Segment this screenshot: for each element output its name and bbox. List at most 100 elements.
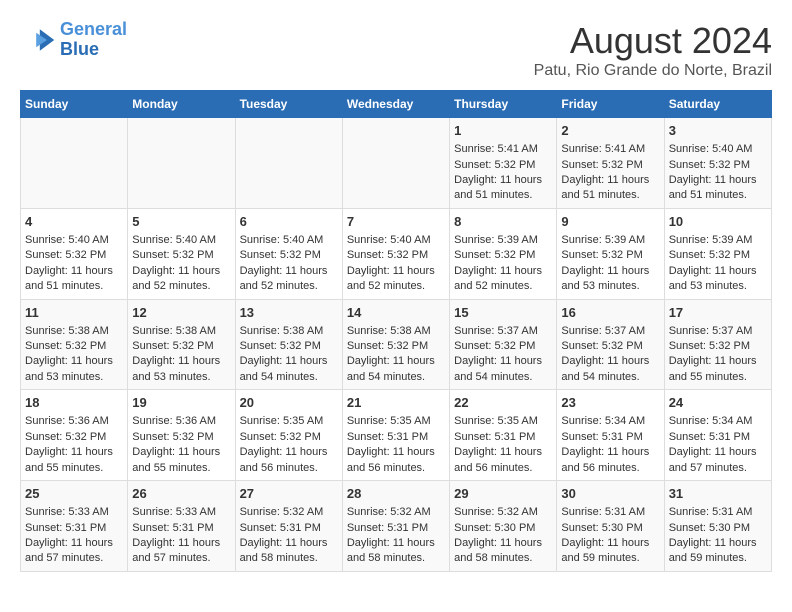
day-info: Sunrise: 5:35 AM: [347, 414, 445, 429]
day-info: Sunset: 5:32 PM: [561, 158, 659, 173]
logo-line2: Blue: [60, 39, 99, 59]
week-row-2: 4Sunrise: 5:40 AMSunset: 5:32 PMDaylight…: [21, 208, 772, 299]
day-info: Sunset: 5:31 PM: [669, 430, 767, 445]
day-info: Daylight: 11 hours: [669, 445, 767, 460]
calendar-cell: 11Sunrise: 5:38 AMSunset: 5:32 PMDayligh…: [21, 299, 128, 390]
day-info: and 54 minutes.: [561, 370, 659, 385]
day-info: Daylight: 11 hours: [25, 445, 123, 460]
day-info: Sunset: 5:32 PM: [132, 430, 230, 445]
day-info: Sunrise: 5:33 AM: [25, 505, 123, 520]
title-area: August 2024 Patu, Rio Grande do Norte, B…: [534, 20, 772, 80]
day-info: and 52 minutes.: [454, 279, 552, 294]
day-number: 12: [132, 304, 230, 322]
calendar-cell: 13Sunrise: 5:38 AMSunset: 5:32 PMDayligh…: [235, 299, 342, 390]
header-row: SundayMondayTuesdayWednesdayThursdayFrid…: [21, 91, 772, 118]
day-info: and 56 minutes.: [347, 461, 445, 476]
day-number: 23: [561, 394, 659, 412]
day-info: Sunrise: 5:41 AM: [561, 142, 659, 157]
day-info: and 52 minutes.: [132, 279, 230, 294]
day-header-monday: Monday: [128, 91, 235, 118]
day-info: Daylight: 11 hours: [132, 354, 230, 369]
day-info: Sunset: 5:32 PM: [454, 339, 552, 354]
calendar-cell: 30Sunrise: 5:31 AMSunset: 5:30 PMDayligh…: [557, 481, 664, 572]
calendar-cell: [342, 118, 449, 209]
day-header-wednesday: Wednesday: [342, 91, 449, 118]
calendar-cell: 23 Sunrise: 5:34 AMSunset: 5:31 PMDayligh…: [557, 390, 664, 481]
day-info: Daylight: 11 hours: [25, 264, 123, 279]
day-info: Daylight: 11 hours: [454, 445, 552, 460]
calendar-cell: [21, 118, 128, 209]
day-info: Sunset: 5:32 PM: [561, 248, 659, 263]
day-info: Sunrise: 5:38 AM: [240, 324, 338, 339]
calendar-cell: 3Sunrise: 5:40 AMSunset: 5:32 PMDaylight…: [664, 118, 771, 209]
day-info: Daylight: 11 hours: [454, 536, 552, 551]
day-info: Sunrise: 5:34 AM: [561, 414, 659, 429]
day-number: 26: [132, 485, 230, 503]
day-info: Sunset: 5:31 PM: [561, 430, 659, 445]
day-number: 16: [561, 304, 659, 322]
day-number: 29: [454, 485, 552, 503]
day-number: 8: [454, 213, 552, 231]
calendar-cell: 21Sunrise: 5:35 AMSunset: 5:31 PMDayligh…: [342, 390, 449, 481]
day-info: Sunrise: 5:39 AM: [454, 233, 552, 248]
day-info: and 54 minutes.: [454, 370, 552, 385]
day-info: and 51 minutes.: [561, 188, 659, 203]
day-header-thursday: Thursday: [450, 91, 557, 118]
day-info: Sunset: 5:30 PM: [561, 521, 659, 536]
day-info: Daylight: 11 hours: [25, 536, 123, 551]
calendar-cell: 18Sunrise: 5:36 AMSunset: 5:32 PMDayligh…: [21, 390, 128, 481]
day-number: 9: [561, 213, 659, 231]
day-header-saturday: Saturday: [664, 91, 771, 118]
calendar-cell: 14Sunrise: 5:38 AMSunset: 5:32 PMDayligh…: [342, 299, 449, 390]
calendar-cell: 20Sunrise: 5:35 AMSunset: 5:32 PMDayligh…: [235, 390, 342, 481]
day-info: Sunrise: 5:35 AM: [454, 414, 552, 429]
day-info: and 55 minutes.: [669, 370, 767, 385]
day-info: Sunrise: 5:33 AM: [132, 505, 230, 520]
day-number: 21: [347, 394, 445, 412]
day-info: and 52 minutes.: [347, 279, 445, 294]
day-number: 6: [240, 213, 338, 231]
day-info: Sunset: 5:32 PM: [669, 339, 767, 354]
logo-line1: General: [60, 19, 127, 39]
day-number: 2: [561, 122, 659, 140]
day-info: Sunrise: 5:31 AM: [561, 505, 659, 520]
day-info: Sunset: 5:32 PM: [240, 339, 338, 354]
day-info: Daylight: 11 hours: [669, 173, 767, 188]
day-info: and 56 minutes.: [561, 461, 659, 476]
calendar-cell: 31Sunrise: 5:31 AMSunset: 5:30 PMDayligh…: [664, 481, 771, 572]
calendar-cell: 26Sunrise: 5:33 AMSunset: 5:31 PMDayligh…: [128, 481, 235, 572]
calendar-cell: 19Sunrise: 5:36 AMSunset: 5:32 PMDayligh…: [128, 390, 235, 481]
day-number: 1: [454, 122, 552, 140]
day-info: Daylight: 11 hours: [669, 264, 767, 279]
day-info: Sunset: 5:32 PM: [240, 430, 338, 445]
day-info: Sunset: 5:32 PM: [240, 248, 338, 263]
day-info: Daylight: 11 hours: [561, 536, 659, 551]
day-info: Sunrise: 5:35 AM: [240, 414, 338, 429]
day-info: Daylight: 11 hours: [561, 445, 659, 460]
day-info: and 58 minutes.: [347, 551, 445, 566]
day-info: and 57 minutes.: [669, 461, 767, 476]
calendar-cell: 27Sunrise: 5:32 AMSunset: 5:31 PMDayligh…: [235, 481, 342, 572]
calendar-cell: [128, 118, 235, 209]
day-number: 7: [347, 213, 445, 231]
day-info: and 56 minutes.: [240, 461, 338, 476]
day-number: 11: [25, 304, 123, 322]
day-info: and 59 minutes.: [669, 551, 767, 566]
day-info: Sunset: 5:31 PM: [454, 430, 552, 445]
day-number: 20: [240, 394, 338, 412]
day-info: Sunset: 5:32 PM: [25, 248, 123, 263]
calendar-cell: 24Sunrise: 5:34 AMSunset: 5:31 PMDayligh…: [664, 390, 771, 481]
day-info: Daylight: 11 hours: [669, 536, 767, 551]
day-info: and 54 minutes.: [240, 370, 338, 385]
day-info: and 51 minutes.: [25, 279, 123, 294]
day-info: Sunset: 5:32 PM: [454, 158, 552, 173]
calendar-cell: [235, 118, 342, 209]
day-info: Daylight: 11 hours: [669, 354, 767, 369]
day-info: Sunset: 5:31 PM: [25, 521, 123, 536]
day-info: Sunrise: 5:40 AM: [240, 233, 338, 248]
day-info: Sunrise: 5:36 AM: [132, 414, 230, 429]
logo-text: General Blue: [60, 20, 127, 60]
day-header-tuesday: Tuesday: [235, 91, 342, 118]
day-number: 13: [240, 304, 338, 322]
day-info: Sunset: 5:32 PM: [132, 248, 230, 263]
